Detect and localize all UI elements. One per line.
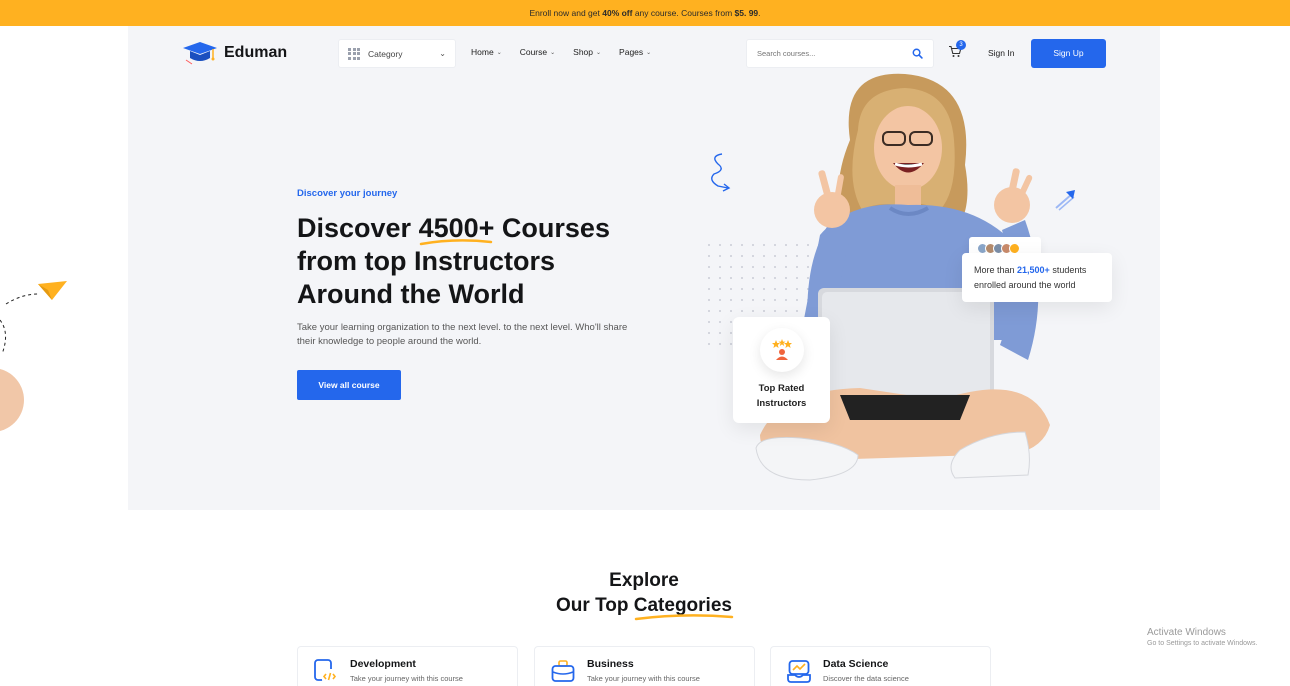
view-all-course-button[interactable]: View all course [297,370,401,400]
hero-description: Take your learning organization to the n… [297,322,628,347]
chevron-down-icon: ⌄ [550,49,556,56]
signin-link[interactable]: Sign In [988,48,1014,58]
explore-line2-pre: Our Top [556,595,634,616]
nav-pages[interactable]: Pages ⌄ [619,47,651,57]
chevron-down-icon: ⌄ [496,49,502,56]
headline-highlight: 4500+ [419,212,494,246]
nav-course[interactable]: Course ⌄ [520,47,555,57]
category-desc: Take your journey with this course [350,674,463,683]
chevron-down-icon: ⌄ [439,49,446,58]
category-title: Development [350,658,416,670]
paper-plane-decoration [0,281,67,431]
hero-headline: Discover 4500+ Courses from top Instruct… [297,212,657,311]
arrow-decoration [1055,190,1075,211]
students-card: More than 21,500+ students enrolled arou… [962,253,1112,302]
activate-subtitle: Go to Settings to activate Windows. [1147,640,1258,647]
data-icon [787,660,811,683]
explore-heading-line1: Explore [609,570,679,591]
search-input[interactable] [757,49,897,58]
category-card-development[interactable]: Development Take your journey with this … [297,646,518,686]
promo-suffix: . [758,8,761,18]
cart-button[interactable]: 3 [948,40,966,63]
explore-highlight: Categories [634,595,734,621]
category-desc: Take your journey with this course [587,674,700,683]
explore-heading-line2: Our Top Categories [0,595,1288,621]
students-number: 21,500+ [1017,265,1050,275]
chevron-down-icon: ⌄ [596,49,602,56]
category-dropdown[interactable]: Category ⌄ [338,39,456,68]
grid-icon [348,47,360,60]
nav-shop-label: Shop [573,47,594,57]
activate-title: Activate Windows [1147,627,1226,638]
category-desc: Discover the data science [823,674,909,683]
code-icon [314,659,337,683]
category-card-business[interactable]: Business Take your journey with this cou… [534,646,755,686]
promo-price: $5. 99 [734,8,759,18]
activate-windows-watermark: Activate Windows Go to Settings to activ… [1147,627,1258,647]
avatar-more [1009,242,1020,254]
category-label: Category [368,48,403,59]
nav-pages-label: Pages [619,47,644,57]
squiggle-decoration [711,153,731,192]
headline-pre: Discover [297,213,419,243]
brand-logo[interactable]: Eduman [182,40,287,66]
promo-discount: 40% off [602,8,633,18]
underline-swoosh [634,614,734,621]
nav-home-label: Home [471,47,494,57]
nav-shop[interactable]: Shop ⌄ [573,47,601,57]
promo-prefix: Enroll now and get [529,8,603,18]
students-prefix: More than [974,265,1018,275]
search-icon[interactable] [912,48,923,59]
nav-home[interactable]: Home ⌄ [471,47,502,57]
signup-button[interactable]: Sign Up [1031,39,1106,68]
main-nav: Home ⌄ Course ⌄ Shop ⌄ Pages ⌄ [471,47,651,57]
hero-eyebrow: Discover your journey [297,188,398,199]
promo-middle: any course. Courses from [632,8,735,18]
briefcase-icon [551,660,575,682]
underline-swoosh [419,239,492,246]
category-title: Business [587,658,634,670]
top-rated-card: Top Rated Instructors [733,317,830,423]
cart-count-badge: 3 [956,40,966,50]
promo-bar: Enroll now and get 40% off any course. C… [0,0,1290,26]
award-icon [759,328,804,372]
brand-name: Eduman [224,44,288,61]
top-rated-label: Top Rated Instructors [756,383,807,409]
chevron-down-icon: ⌄ [646,49,652,56]
graduation-cap-icon [183,42,217,65]
right-gutter [1160,26,1290,510]
category-title: Data Science [823,658,889,670]
category-card-data-science[interactable]: Data Science Discover the data science [770,646,991,686]
search-box [746,39,934,68]
nav-course-label: Course [519,47,548,57]
